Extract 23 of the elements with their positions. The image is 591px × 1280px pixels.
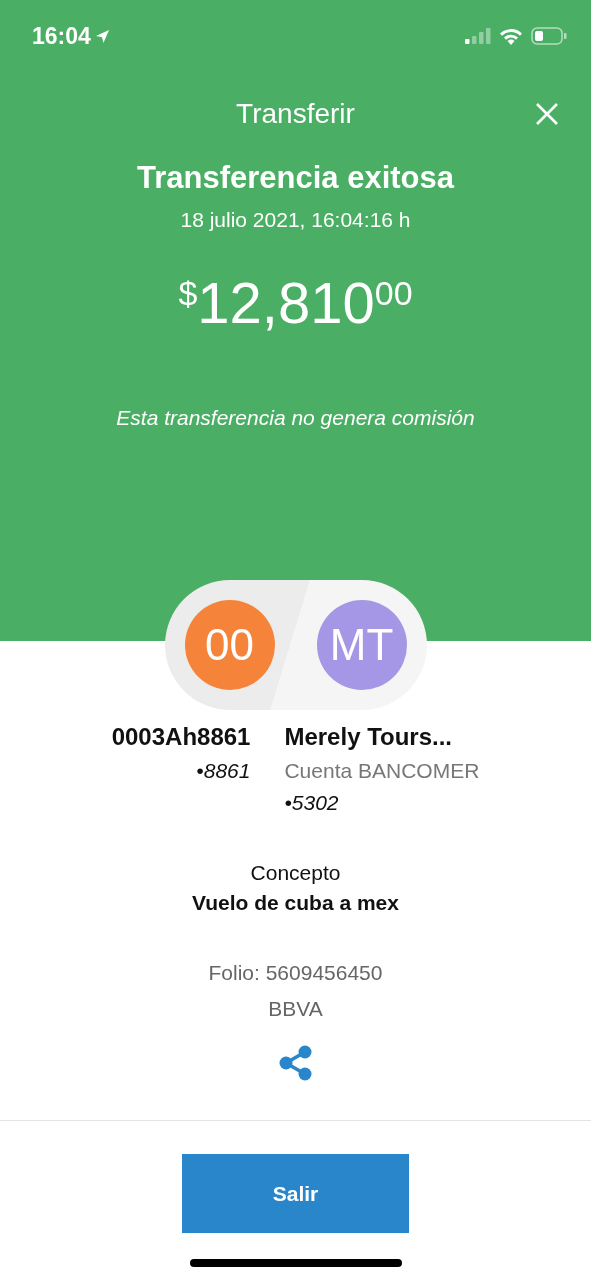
concept-label: Concepto (250, 861, 341, 885)
account-avatar: MT (316, 600, 407, 690)
account-name: 0003Ah8861 (111, 723, 251, 751)
signal-icon (465, 28, 491, 44)
bank-name: Cuenta BANCOMER (284, 759, 480, 783)
exit-button[interactable]: Salir (182, 1154, 409, 1233)
share-icon[interactable] (278, 1045, 313, 1081)
wifi-icon (499, 27, 523, 45)
location-arrow-icon (94, 28, 110, 44)
folio-number: Folio: 5609456450 (208, 961, 383, 985)
close-button[interactable] (535, 102, 559, 126)
account-name: Merely Tours... (284, 723, 453, 751)
status-time: 16:04 (32, 22, 91, 50)
battery-icon (531, 27, 567, 45)
commission-note: Esta transferencia no genera comisión (116, 406, 475, 430)
account-avatar: 00 (184, 600, 275, 690)
account-number: •8861 (196, 759, 251, 783)
transfer-date: 18 julio 2021, 16:04:16 h (180, 208, 411, 232)
screen-title: Transferir (236, 98, 355, 130)
account-number: •5302 (284, 791, 339, 815)
concept-value: Vuelo de cuba a mex (192, 891, 399, 915)
success-title: Transferencia exitosa (136, 160, 455, 196)
bank-name: BBVA (268, 997, 323, 1021)
